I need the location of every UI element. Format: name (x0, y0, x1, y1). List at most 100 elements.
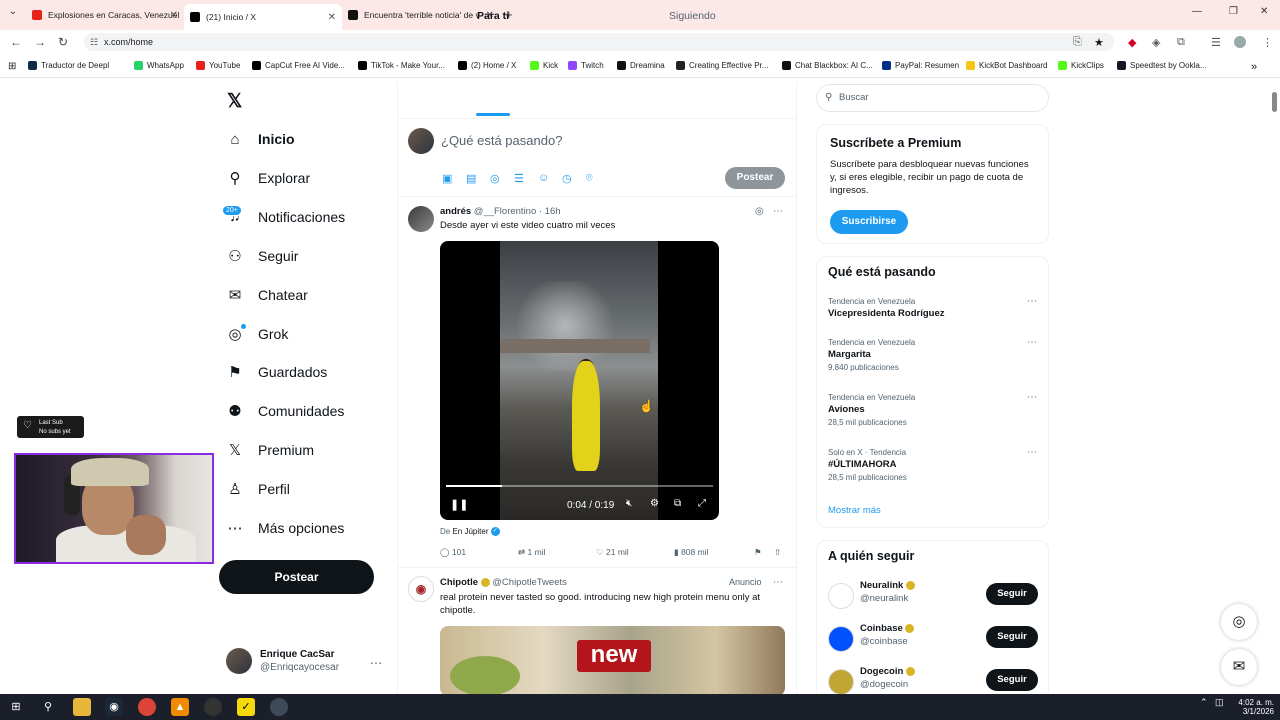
share-icon[interactable]: ⇧ (774, 547, 781, 558)
taskbar-search-icon[interactable]: ⚲ (39, 698, 57, 716)
settings-icon[interactable]: ⚙ (650, 498, 659, 509)
bookmark-item[interactable]: KickClips (1058, 61, 1104, 70)
bookmark-item[interactable]: Chat Blackbox: AI C... (782, 61, 873, 70)
compose-post-button[interactable]: Postear (725, 167, 785, 189)
trend-more-icon[interactable]: ⋯ (1027, 447, 1037, 458)
post-button[interactable]: Postear (219, 560, 374, 594)
poll-icon[interactable]: ☰ (514, 172, 524, 185)
picture-in-picture-icon[interactable]: ⧉ (674, 498, 681, 509)
chrome-icon[interactable] (138, 698, 156, 716)
profile-avatar-icon[interactable] (1234, 36, 1246, 48)
bookmark-item[interactable]: Speedtest by Ookla... (1117, 61, 1207, 70)
repost-button[interactable]: ⇄ 1 mil (518, 547, 545, 558)
compose-input[interactable]: ¿Qué está pasando? (441, 133, 562, 148)
subscribe-button[interactable]: Suscribirse (830, 210, 908, 234)
windows-start-icon[interactable]: ⊞ (7, 698, 25, 716)
grok-compose-icon[interactable]: ◎ (490, 172, 500, 185)
follow-suggestion[interactable]: Neuralink @neuralink Seguir (828, 580, 1043, 614)
ad-author-handle[interactable]: @ChipotleTweets (492, 577, 567, 588)
extension-shield-icon[interactable]: ◆ (1128, 36, 1136, 49)
schedule-icon[interactable]: ◷ (562, 172, 572, 185)
install-app-icon[interactable]: ⎘ (1073, 36, 1082, 49)
follow-suggestion[interactable]: Coinbase @coinbase Seguir (828, 623, 1043, 657)
nav-item-chatear[interactable]: ✉ Chatear (225, 280, 308, 310)
avatar[interactable] (828, 626, 854, 652)
reply-button[interactable]: ◯ 101 (440, 547, 466, 558)
mute-icon[interactable]: 🔇︎ (626, 498, 632, 509)
tab-for-you[interactable]: Para ti (477, 10, 509, 22)
tab-search-icon[interactable]: ⌄ (6, 6, 20, 20)
tab-following[interactable]: Siguiendo (669, 10, 716, 22)
trend-more-icon[interactable]: ⋯ (1027, 337, 1037, 348)
account-switcher[interactable]: Enrique CacSar @Enriqcayocesar (226, 648, 339, 674)
video-progress-bar[interactable] (446, 485, 713, 487)
close-tab-icon[interactable]: ✕ (170, 10, 178, 21)
nav-item-premium[interactable]: 𝕏 Premium (225, 435, 314, 465)
like-button[interactable]: ♡ 21 mil (596, 547, 629, 558)
follow-name[interactable]: Neuralink (860, 580, 915, 591)
ad-more-icon[interactable]: ⋯ (773, 577, 783, 588)
bookmark-item[interactable]: Kick (530, 61, 558, 70)
apps-grid-icon[interactable]: ⊞ (8, 61, 16, 72)
tweet-video-player[interactable]: ❚❚ 0:04 / 0:19 🔇︎ ⚙ ⧉ ⤢ (440, 241, 719, 520)
tweet-more-icon[interactable]: ⋯ (773, 206, 783, 217)
more-bookmarks-icon[interactable]: » (1251, 61, 1257, 73)
bookmark-item[interactable]: Twitch (568, 61, 604, 70)
browser-tab-1[interactable]: (21) Inicio / X ✕ (184, 4, 342, 30)
follow-name[interactable]: Dogecoin (860, 666, 915, 677)
messages-float-icon[interactable]: ✉ (1221, 649, 1257, 685)
gif-icon[interactable]: ▤ (466, 172, 476, 185)
grok-explain-icon[interactable]: ◎ (755, 206, 764, 217)
close-tab-icon[interactable]: ✕ (328, 12, 336, 23)
fullscreen-icon[interactable]: ⤢ (698, 498, 706, 509)
forward-icon[interactable]: → (34, 35, 46, 49)
close-window-icon[interactable]: ✕ (1260, 6, 1268, 17)
bookmark-tweet-icon[interactable]: ⚑ (754, 547, 762, 558)
avatar[interactable] (828, 583, 854, 609)
back-icon[interactable]: ← (10, 35, 22, 49)
extensions-puzzle-icon[interactable]: ⧉ (1177, 36, 1185, 49)
avatar[interactable] (828, 669, 854, 695)
reading-list-icon[interactable]: ☰ (1211, 36, 1221, 49)
steam-icon[interactable]: ◉ (105, 698, 123, 716)
nav-item-comunidades[interactable]: ⚉ Comunidades (225, 396, 344, 426)
nav-item-más-opciones[interactable]: ⋯ Más opciones (225, 513, 345, 543)
system-clock[interactable]: 4:02 a. m. 3/1/2026 (1234, 698, 1274, 716)
browser-tab-0[interactable]: Explosiones en Caracas, Venezuel ✕ (26, 4, 184, 26)
x-logo-icon[interactable]: 𝕏 (227, 90, 242, 113)
app-icon[interactable]: ✓ (237, 698, 255, 716)
pause-icon[interactable]: ❚❚ (450, 498, 468, 511)
nav-item-seguir[interactable]: ⚇ Seguir (225, 241, 298, 271)
nav-item-notificaciones[interactable]: ♫ Notificaciones (225, 202, 345, 232)
bookmark-item[interactable]: TikTok - Make Your... (358, 61, 445, 70)
trend-item[interactable]: Tendencia en Venezuela Margarita 9.840 pub… (828, 337, 1043, 374)
nav-item-grok[interactable]: ◎ Grok (225, 319, 288, 349)
follow-button[interactable]: Seguir (986, 583, 1038, 605)
site-info-icon[interactable]: ☷ (90, 33, 98, 51)
trend-item[interactable]: Tendencia en Venezuela Aviones 28,5 mil pu… (828, 392, 1043, 429)
ad-author-name[interactable]: Chipotle (440, 577, 478, 588)
bookmark-star-icon[interactable]: ★ (1094, 36, 1104, 49)
address-bar[interactable]: ☷ x.com/home (84, 33, 1114, 51)
bookmark-item[interactable]: CapCut Free AI Vide... (252, 61, 345, 70)
minimize-icon[interactable]: — (1192, 6, 1202, 17)
reload-icon[interactable]: ↻ (58, 35, 68, 49)
nav-item-explorar[interactable]: ⚲ Explorar (225, 163, 311, 193)
extension-icon[interactable]: ◈ (1152, 36, 1160, 49)
search-input[interactable]: ⚲ Buscar (816, 84, 1049, 112)
compose-avatar[interactable] (408, 128, 434, 154)
file-explorer-icon[interactable] (73, 698, 91, 716)
bookmark-item[interactable]: (2) Home / X (458, 61, 516, 70)
vlc-icon[interactable]: ▲ (171, 698, 189, 716)
bookmark-item[interactable]: Creating Effective Pr... (676, 61, 768, 70)
bookmark-item[interactable]: KickBot Dashboard (966, 61, 1047, 70)
bookmark-item[interactable]: PayPal: Resumen (882, 61, 959, 70)
emoji-icon[interactable]: ☺ (538, 172, 549, 184)
tweet-author-name[interactable]: andrés (440, 206, 471, 217)
tweet-time[interactable]: 16h (545, 206, 561, 217)
follow-name[interactable]: Coinbase (860, 623, 915, 634)
tweet-author-avatar[interactable] (408, 206, 434, 232)
nav-item-inicio[interactable]: ⌂ Inicio (225, 124, 294, 154)
tweet-author-handle[interactable]: @__Florentino (474, 206, 536, 217)
trend-more-icon[interactable]: ⋯ (1027, 392, 1037, 403)
